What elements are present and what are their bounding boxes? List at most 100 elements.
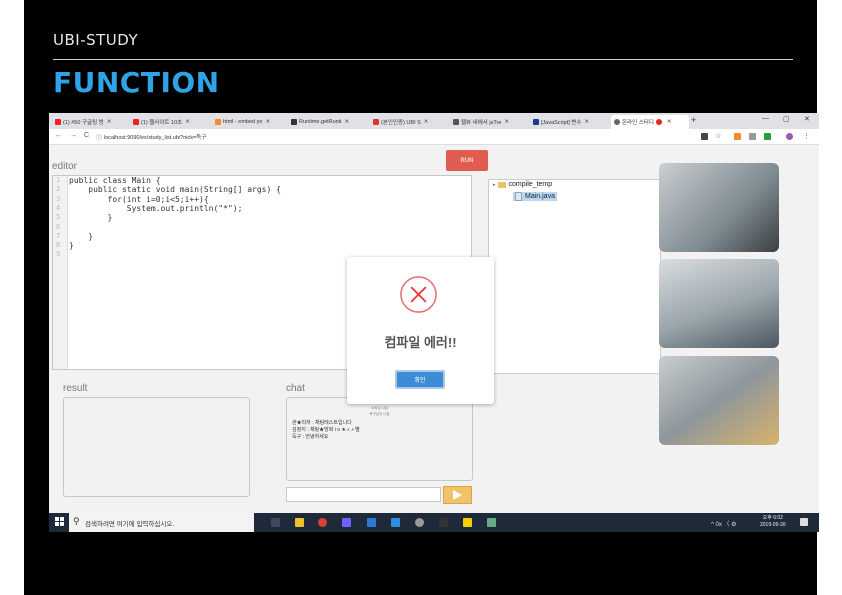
chat-input[interactable] — [286, 487, 441, 502]
address-bar: ← → C ⓘ localhost:9090/ex/study_list.ubi… — [49, 129, 819, 145]
screenshot: (1) #50 구글링 방 ✕ (1) 웹사이트 10초 ✕ html - embe… — [49, 113, 819, 532]
app-icon[interactable] — [439, 518, 448, 527]
line-number: 6 — [56, 222, 61, 231]
youtube-icon — [133, 119, 139, 125]
tab-2[interactable]: html - embed yo ✕ — [215, 115, 285, 129]
back-icon[interactable]: ← — [55, 132, 62, 139]
tab-3[interactable]: Runtime.getRunti ✕ — [291, 115, 367, 129]
webcam-2 — [659, 259, 779, 348]
chat-label: chat — [286, 383, 305, 394]
code-line: System.out.println("*"); — [69, 203, 243, 213]
chat-message: 김정지 : 채팅★방화 i o ★ㅅㅅ별 — [292, 427, 360, 433]
youtube-icon — [55, 119, 61, 125]
menu-icon[interactable]: ⋮ — [803, 132, 810, 140]
page-icon — [453, 119, 459, 125]
taskbar-clock[interactable]: 오후 6:02 2019-09-30 — [760, 515, 786, 529]
page-icon — [291, 119, 297, 125]
tree-folder[interactable]: ▸ compile_temp — [493, 181, 552, 188]
line-number: 3 — [56, 194, 61, 203]
tab-4[interactable]: (본인인증) UBI S ✕ — [373, 115, 449, 129]
folder-icon — [497, 181, 506, 188]
error-x-icon — [400, 276, 437, 313]
ok-button[interactable]: 확인 — [395, 370, 445, 389]
url-field[interactable]: localhost:9090/ex/study_list.ubi?nick=득구 — [104, 133, 206, 141]
windows-taskbar: ⚲ 검색하려면 여기에 입력하십시오. ^ 0x 〈 ⚙ 오후 6:02 201… — [49, 513, 819, 532]
extension-icon[interactable] — [734, 133, 741, 140]
reload-icon[interactable]: C — [84, 132, 89, 139]
new-tab-button[interactable]: + — [691, 115, 696, 125]
code-line: } — [69, 231, 94, 241]
file-tree: ▸ compile_temp Main.java — [488, 179, 661, 374]
notification-icon[interactable] — [800, 518, 808, 526]
app-icon[interactable] — [342, 518, 351, 527]
chat-panel: 소리님 나감 득구님이 나감 관★리자 : 채팅테스트입니다 김정지 : 채팅★… — [286, 397, 473, 481]
forward-icon[interactable]: → — [70, 132, 77, 139]
extension-icon[interactable] — [749, 133, 756, 140]
code-line: } — [69, 213, 113, 223]
tree-file[interactable]: Main.java — [513, 192, 557, 201]
result-panel — [63, 397, 250, 497]
star-icon[interactable]: ☆ — [715, 132, 721, 140]
code-line: public static void main(String[] args) { — [69, 185, 281, 195]
line-number: 5 — [56, 213, 61, 222]
recording-icon — [655, 119, 662, 125]
chat-message: 득구 : 안녕하세요 — [292, 434, 329, 440]
brand-label: UBI-STUDY — [53, 31, 139, 49]
chat-system-message: 득구님이 나감 — [369, 412, 390, 416]
gmail-icon — [373, 119, 379, 125]
vscode-icon[interactable] — [391, 518, 400, 527]
line-number: 7 — [56, 231, 61, 240]
taskbar-search[interactable]: ⚲ 검색하려면 여기에 입력하십시오. — [69, 513, 254, 532]
system-tray[interactable]: ^ 0x 〈 ⚙ — [711, 519, 737, 528]
line-number: 9 — [56, 250, 61, 259]
tab-bar: (1) #50 구글링 방 ✕ (1) 웹사이트 10초 ✕ html - embe… — [49, 113, 819, 129]
line-number: 2 — [56, 185, 61, 194]
slide: UBI-STUDY FUNCTION (1) #50 구글링 방 ✕ (1) 웹사… — [24, 0, 819, 595]
result-label: result — [63, 383, 88, 394]
kakaotalk-icon[interactable] — [463, 518, 472, 527]
camera-icon[interactable] — [701, 133, 708, 140]
tab-6[interactable]: [JavaScript] 변수 ✕ — [533, 115, 611, 129]
windows-start-icon[interactable] — [55, 517, 65, 527]
file-explorer-icon[interactable] — [295, 518, 304, 527]
line-number: 1 — [56, 176, 61, 184]
search-icon: ⚲ — [73, 516, 80, 526]
settings-icon[interactable] — [415, 518, 424, 527]
webcam-1 — [659, 163, 779, 252]
code-line: public class Main { — [69, 176, 161, 185]
webcam-3 — [659, 356, 779, 445]
send-button[interactable] — [443, 486, 472, 504]
page-icon — [533, 119, 539, 125]
line-number: 4 — [56, 203, 61, 212]
maximize-button[interactable]: ▢ — [783, 115, 790, 123]
study-page: editor RUN 1 2 3 4 5 6 7 8 9 public clas… — [49, 145, 819, 513]
chrome-icon[interactable] — [318, 518, 327, 527]
extension-icon[interactable] — [764, 133, 771, 140]
run-button[interactable]: RUN — [446, 150, 488, 171]
minimize-button[interactable]: — — [762, 115, 769, 122]
app-icon[interactable] — [367, 518, 376, 527]
task-view-icon[interactable] — [271, 518, 280, 527]
app-icon[interactable] — [487, 518, 496, 527]
tab-1[interactable]: (1) 웹사이트 10초 ✕ — [133, 115, 209, 129]
chat-message: 관★리자 : 채팅테스트입니다 — [292, 420, 352, 426]
profile-avatar[interactable] — [786, 133, 793, 140]
tab-5[interactable]: 웹뷰 내에서 jsTre ✕ — [453, 115, 529, 129]
editor-label: editor — [52, 161, 78, 172]
code-line: for(int i=0;i<5;i++){ — [69, 194, 209, 204]
compile-error-dialog: 컴파일 에러!! 확인 — [347, 257, 494, 404]
tab-0[interactable]: (1) #50 구글링 방 ✕ — [55, 115, 127, 129]
slide-heading: FUNCTION — [53, 66, 220, 99]
globe-icon — [614, 119, 620, 125]
divider — [53, 59, 793, 60]
info-icon: ⓘ — [96, 136, 103, 142]
dialog-title: 컴파일 에러!! — [384, 335, 457, 350]
send-arrow-icon — [453, 490, 462, 500]
code-line: } — [69, 241, 74, 251]
chat-system-message: 소리님 나감 — [370, 406, 389, 410]
line-number: 8 — [56, 241, 61, 250]
tab-active[interactable]: 온라인 스터디 ✕ — [611, 115, 689, 129]
file-icon — [515, 192, 522, 201]
stackoverflow-icon — [215, 119, 221, 125]
close-window-button[interactable]: ✕ — [804, 115, 810, 123]
